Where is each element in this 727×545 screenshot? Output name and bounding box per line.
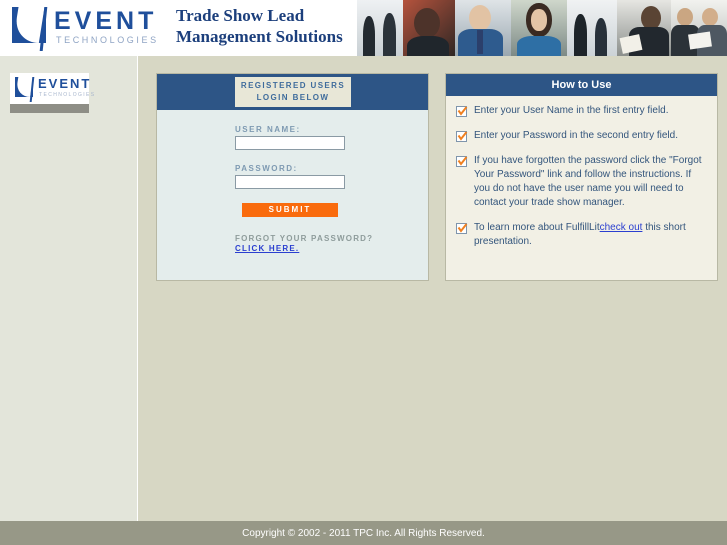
checkbox-checked-icon	[456, 223, 468, 234]
login-header-line2: LOGIN BELOW	[256, 93, 330, 102]
forgot-password-link[interactable]: CLICK HERE.	[235, 244, 299, 253]
brand-logo-sub: TECHNOLOGIES	[56, 35, 159, 45]
checkbox-checked-icon	[456, 156, 468, 167]
how-to-use-panel: How to Use Enter your User Name in the f…	[445, 73, 718, 281]
sidebar-brand-name: EVENT	[38, 76, 92, 91]
how-to-use-header: How to Use	[446, 74, 717, 96]
banner-tagline-line1: Trade Show Lead	[176, 6, 305, 25]
page-root: EVENT TECHNOLOGIES Trade Show Lead Manag…	[0, 0, 727, 545]
list-item: Enter your Password in the second entry …	[454, 129, 707, 143]
login-panel: REGISTERED USERS LOGIN BELOW USER NAME: …	[156, 73, 429, 281]
banner-photo-4	[511, 0, 567, 56]
help-item-text: If you have forgotten the password click…	[474, 155, 702, 208]
main-region: REGISTERED USERS LOGIN BELOW USER NAME: …	[139, 56, 727, 521]
banner-photo-7	[671, 0, 727, 56]
banner-photo-1	[357, 0, 403, 56]
list-item: To learn more about FulfillLitcheck out …	[454, 221, 707, 249]
banner-photo-6	[617, 0, 671, 56]
checkbox-checked-icon	[456, 106, 468, 117]
content-area: EVENT TECHNOLOGIES REGISTERED USERS LOGI…	[0, 56, 727, 521]
login-header-title-box: REGISTERED USERS LOGIN BELOW	[235, 77, 351, 107]
list-item: If you have forgotten the password click…	[454, 154, 707, 210]
login-form: USER NAME: PASSWORD: SUBMIT FORGOT YOUR …	[157, 110, 428, 280]
help-item-text: To learn more about FulfillLitcheck out …	[474, 221, 707, 249]
sidebar-logo-bar	[10, 104, 89, 113]
username-label: USER NAME:	[235, 125, 301, 134]
how-to-use-title: How to Use	[551, 79, 612, 91]
help-item-text-before: To learn more about FulfillLit	[474, 222, 600, 233]
help-item-text: Enter your User Name in the first entry …	[474, 105, 669, 116]
sidebar-brand-logo[interactable]: EVENT TECHNOLOGIES	[10, 73, 94, 113]
sidebar-brand-sub: TECHNOLOGIES	[39, 92, 96, 98]
checkbox-checked-icon	[456, 131, 468, 142]
brand-logo[interactable]: EVENT TECHNOLOGIES	[12, 5, 162, 51]
copyright-text: Copyright © 2002 - 2011 TPC Inc. All Rig…	[242, 527, 485, 539]
footer: Copyright © 2002 - 2011 TPC Inc. All Rig…	[0, 521, 727, 545]
banner-tagline: Trade Show Lead Management Solutions	[176, 5, 343, 47]
list-item: Enter your User Name in the first entry …	[454, 104, 707, 118]
how-to-use-list: Enter your User Name in the first entry …	[446, 96, 717, 249]
login-header-line1: REGISTERED USERS	[240, 81, 346, 90]
username-input[interactable]	[235, 136, 345, 150]
site-banner: EVENT TECHNOLOGIES Trade Show Lead Manag…	[0, 0, 727, 56]
banner-photo-5	[567, 0, 617, 56]
banner-photo-3	[455, 0, 511, 56]
password-input[interactable]	[235, 175, 345, 189]
password-label: PASSWORD:	[235, 164, 298, 173]
submit-button[interactable]: SUBMIT	[242, 203, 338, 217]
banner-tagline-line2: Management Solutions	[176, 27, 343, 46]
help-item-text: Enter your Password in the second entry …	[474, 130, 678, 141]
brand-logo-name: EVENT	[54, 7, 158, 35]
login-panel-header: REGISTERED USERS LOGIN BELOW	[157, 74, 428, 110]
sidebar: EVENT TECHNOLOGIES	[0, 56, 138, 521]
banner-photo-2	[403, 0, 455, 56]
presentation-link[interactable]: check out	[600, 222, 643, 233]
banner-photo-strip	[357, 0, 727, 56]
forgot-password-text: FORGOT YOUR PASSWORD?	[235, 234, 374, 243]
